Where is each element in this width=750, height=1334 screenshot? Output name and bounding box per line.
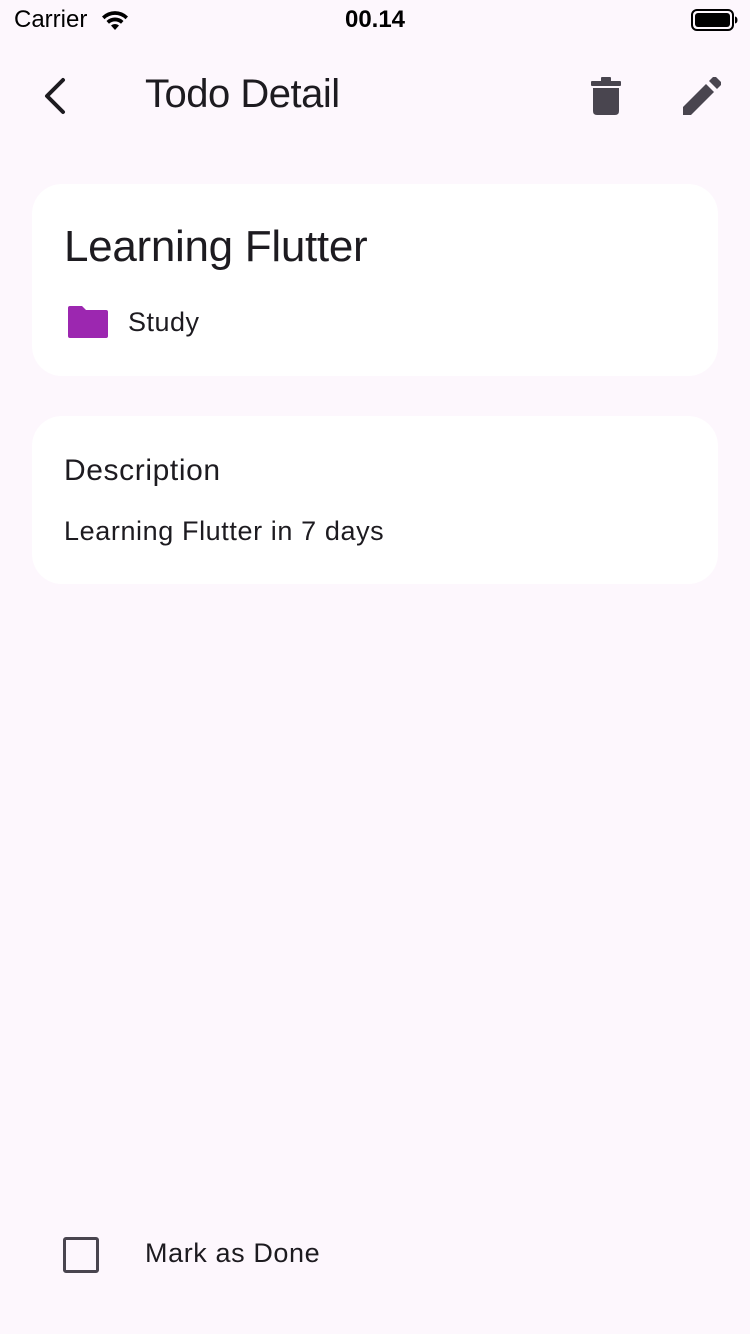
description-text: Learning Flutter in 7 days <box>64 516 385 546</box>
description-card: Description Learning Flutter in 7 days <box>32 416 718 584</box>
battery-icon <box>691 8 739 32</box>
mark-done-row[interactable]: Mark as Done <box>40 1220 440 1290</box>
back-arrow-icon <box>41 76 71 121</box>
todo-title: Learning Flutter <box>64 222 368 271</box>
edit-button[interactable] <box>672 68 732 128</box>
description-heading: Description <box>64 454 221 487</box>
status-bar: Carrier 00.14 <box>0 0 750 40</box>
category-label: Study <box>128 306 200 337</box>
category-row: Study <box>66 302 200 342</box>
app-bar: Todo Detail <box>0 48 750 148</box>
trash-icon <box>591 76 621 120</box>
back-button[interactable] <box>26 68 86 128</box>
clock: 00.14 <box>344 6 406 33</box>
delete-button[interactable] <box>576 68 636 128</box>
pencil-icon <box>683 76 722 120</box>
folder-icon <box>66 304 110 340</box>
todo-title-card: Learning Flutter Study <box>32 184 718 376</box>
mark-done-checkbox[interactable] <box>63 1237 99 1273</box>
page-title: Todo Detail <box>145 72 340 116</box>
mark-done-label: Mark as Done <box>145 1238 321 1268</box>
